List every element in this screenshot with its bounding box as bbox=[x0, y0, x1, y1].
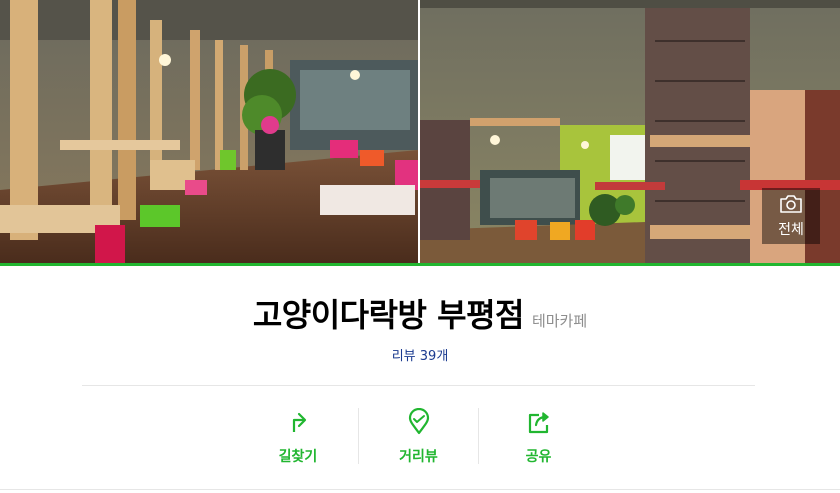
street-view-pin-icon bbox=[408, 408, 430, 435]
accent-divider bbox=[0, 263, 840, 266]
directions-icon bbox=[292, 412, 307, 432]
share-button[interactable]: 공유 bbox=[478, 408, 598, 465]
share-icon bbox=[528, 412, 549, 434]
place-header: 고양이다락방 부평점 테마카페 bbox=[0, 290, 840, 336]
street-view-button[interactable]: 거리뷰 bbox=[358, 408, 478, 465]
action-bar: 길찾기 거리뷰 공유 bbox=[238, 408, 600, 465]
cafe-photo-left[interactable] bbox=[0, 0, 418, 263]
review-count-link[interactable]: 리뷰 39개 bbox=[392, 349, 449, 364]
photo-strip[interactable] bbox=[0, 0, 840, 263]
camera-icon bbox=[780, 195, 802, 213]
place-category: 테마카페 bbox=[531, 312, 588, 330]
review-row: 리뷰 39개 bbox=[0, 345, 840, 364]
bottom-divider bbox=[0, 489, 840, 490]
section-divider bbox=[82, 385, 755, 386]
directions-label: 길찾기 bbox=[278, 449, 318, 465]
share-label: 공유 bbox=[525, 449, 552, 465]
street-view-label: 거리뷰 bbox=[399, 449, 438, 465]
place-title: 고양이다락방 부평점 bbox=[252, 296, 525, 334]
view-all-photos-button[interactable]: 전체 bbox=[762, 188, 820, 244]
view-all-label: 전체 bbox=[778, 222, 804, 238]
directions-button[interactable]: 길찾기 bbox=[238, 408, 358, 465]
